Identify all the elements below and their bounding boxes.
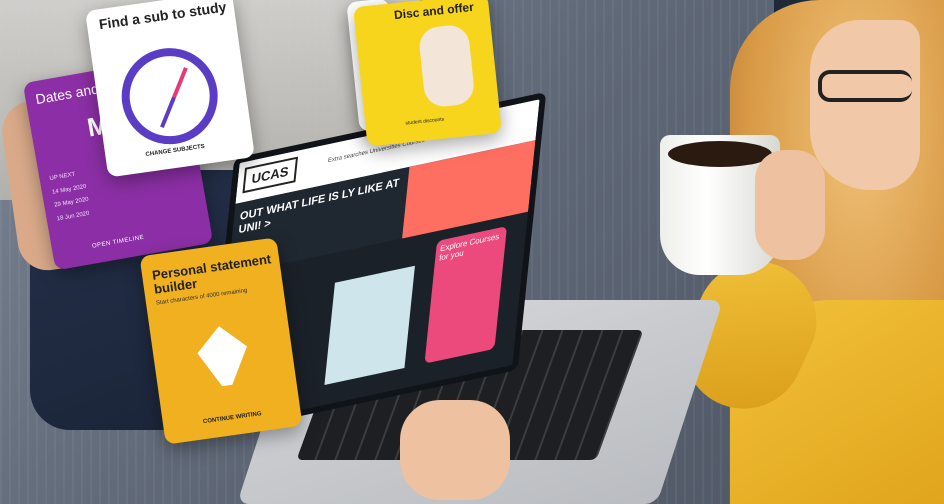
- open-timeline-link: OPEN TIMELINE: [91, 234, 145, 250]
- compass-icon: [115, 41, 224, 151]
- explore-card: Explore Courses for you: [424, 226, 508, 364]
- glasses-icon: [818, 70, 912, 102]
- coffee: [668, 141, 772, 167]
- discounts-title: Disc and offer: [393, 0, 475, 23]
- statement-title: Personal statement builder: [151, 251, 273, 297]
- discounts-card: Disc and offer student discounts: [353, 0, 502, 147]
- photo-scene: UCAS Extra searches Universities Courses…: [0, 0, 944, 504]
- hand-holding-mug: [755, 150, 825, 260]
- compass-needle-icon: [160, 67, 188, 129]
- fountain-pen-icon: [194, 323, 252, 389]
- change-subjects-link: CHANGE SUBJECTS: [145, 143, 206, 159]
- discounts-footer: student discounts: [405, 116, 445, 127]
- study-card: Find a sub to study CHANGE SUBJECTS: [85, 0, 255, 178]
- personal-statement-card: Personal statement builder Start charact…: [139, 237, 303, 445]
- continue-writing-link: CONTINUE WRITING: [202, 411, 262, 426]
- woman-illustration: [417, 23, 476, 109]
- face: [810, 20, 920, 190]
- hand-on-keyboard: [400, 400, 510, 500]
- map-widget: [324, 265, 415, 385]
